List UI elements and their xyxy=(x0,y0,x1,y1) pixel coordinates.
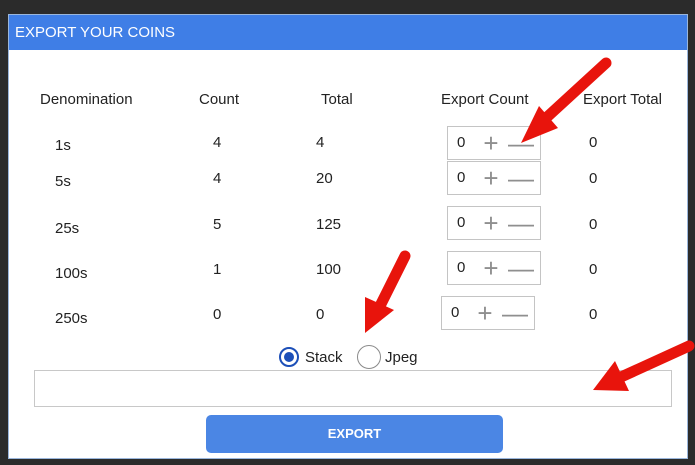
arrow-to-path-field xyxy=(593,340,695,391)
export-coins-dialog: EXPORT YOUR COINS Denomination Count Tot… xyxy=(8,14,695,459)
arrow-to-stack-radio xyxy=(365,250,411,333)
arrow-to-minus-icon xyxy=(521,57,612,143)
annotation-arrows xyxy=(365,57,695,391)
